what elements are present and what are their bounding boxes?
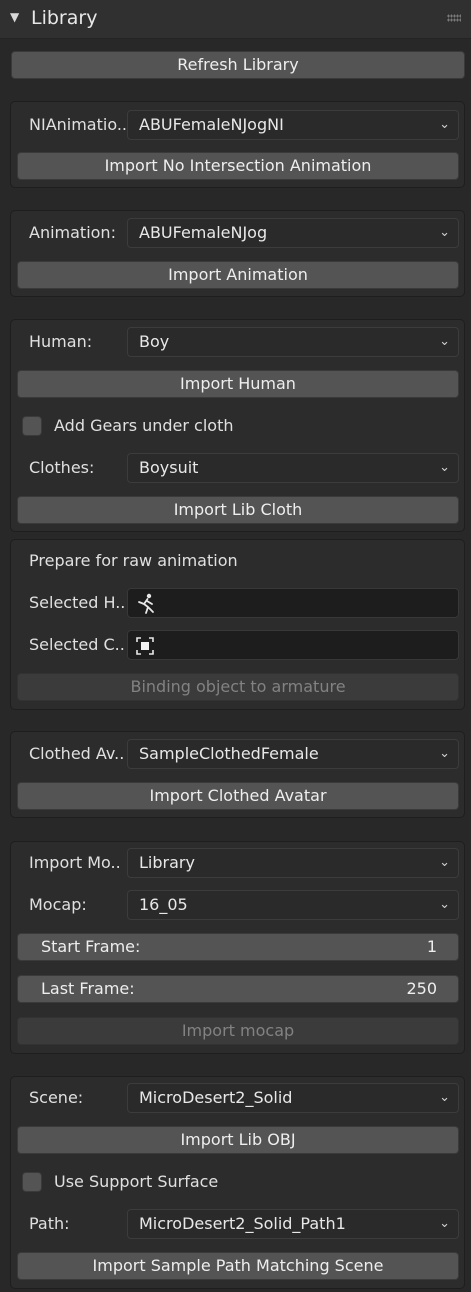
drag-grip-icon[interactable] [447,14,461,22]
chevron-down-icon: ⌄ [439,855,450,870]
import-lib-cloth-button[interactable]: Import Lib Cloth [17,496,459,524]
import-clothed-avatar-button[interactable]: Import Clothed Avatar [17,782,459,810]
human-label: Human: [29,332,93,351]
add-gears-checkbox[interactable] [22,416,42,436]
start-frame-field[interactable]: Start Frame: 1 [17,933,459,961]
clothed-avatar-value: SampleClothedFemale [139,744,319,763]
import-mode-value: Library [139,853,195,872]
clothes-value: Boysuit [139,458,199,477]
import-mode-select[interactable]: Library ⌄ [127,848,459,878]
clothed-avatar-select[interactable]: SampleClothedFemale ⌄ [127,739,459,769]
import-mode-label: Import Mo.. [29,853,121,872]
selected-cloth-field[interactable] [127,630,459,660]
chevron-down-icon: ⌄ [439,334,450,349]
animation-select[interactable]: ABUFemaleNJog ⌄ [127,218,459,248]
selected-human-label: Selected H.. [29,593,126,612]
selected-human-field[interactable] [127,588,459,618]
import-human-button[interactable]: Import Human [17,370,459,398]
chevron-down-icon: ⌄ [439,225,450,240]
mocap-value: 16_05 [139,895,188,914]
chevron-down-icon: ⌄ [439,117,450,132]
clothes-select[interactable]: Boysuit ⌄ [127,453,459,483]
selected-cloth-label: Selected C.. [29,635,125,654]
support-surface-label[interactable]: Use Support Surface [54,1172,218,1192]
import-animation-button[interactable]: Import Animation [17,261,459,289]
human-value: Boy [139,332,170,351]
animation-value: ABUFemaleNJog [139,223,268,242]
path-select[interactable]: MicroDesert2_Solid_Path1 ⌄ [127,1209,459,1239]
chevron-down-icon: ⌄ [439,897,450,912]
clothed-avatar-label: Clothed Av.. [29,744,125,763]
animation-label: Animation: [29,223,116,242]
scene-label: Scene: [29,1088,84,1107]
armature-human-icon [138,593,154,614]
mocap-select[interactable]: 16_05 ⌄ [127,890,459,920]
chevron-down-icon: ⌄ [439,1090,450,1105]
chevron-down-icon: ⌄ [439,460,450,475]
chevron-down-icon: ⌄ [439,746,450,761]
collapse-arrow-icon[interactable]: ▼ [10,10,19,24]
panel-title: Library [31,7,98,29]
chevron-down-icon: ⌄ [439,1216,450,1231]
raw-animation-heading: Prepare for raw animation [29,551,238,570]
import-lib-obj-button[interactable]: Import Lib OBJ [17,1126,459,1154]
start-frame-value: 1 [426,937,437,956]
import-sample-path-button[interactable]: Import Sample Path Matching Scene [17,1252,459,1280]
mocap-label: Mocap: [29,895,87,914]
refresh-library-button[interactable]: Refresh Library [11,51,465,79]
path-label: Path: [29,1214,70,1233]
ni-animation-value: ABUFemaleNJogNI [139,115,284,134]
binding-object-button[interactable]: Binding object to armature [17,673,459,701]
scene-value: MicroDesert2_Solid [139,1088,293,1107]
add-gears-label[interactable]: Add Gears under cloth [54,416,234,436]
ni-animation-label: NIAnimatio.. [29,115,128,134]
ni-animation-select[interactable]: ABUFemaleNJogNI ⌄ [127,110,459,140]
last-frame-field[interactable]: Last Frame: 250 [17,975,459,1003]
import-mocap-button[interactable]: Import mocap [17,1017,459,1045]
library-panel-header[interactable]: ▼ Library [0,0,471,39]
clothes-label: Clothes: [29,458,95,477]
support-surface-checkbox[interactable] [22,1172,42,1192]
object-icon [136,637,154,655]
start-frame-label: Start Frame: [41,937,141,956]
path-value: MicroDesert2_Solid_Path1 [139,1214,346,1233]
import-ni-animation-button[interactable]: Import No Intersection Animation [17,152,459,180]
last-frame-value: 250 [406,979,437,998]
last-frame-label: Last Frame: [41,979,135,998]
human-select[interactable]: Boy ⌄ [127,327,459,357]
scene-select[interactable]: MicroDesert2_Solid ⌄ [127,1083,459,1113]
